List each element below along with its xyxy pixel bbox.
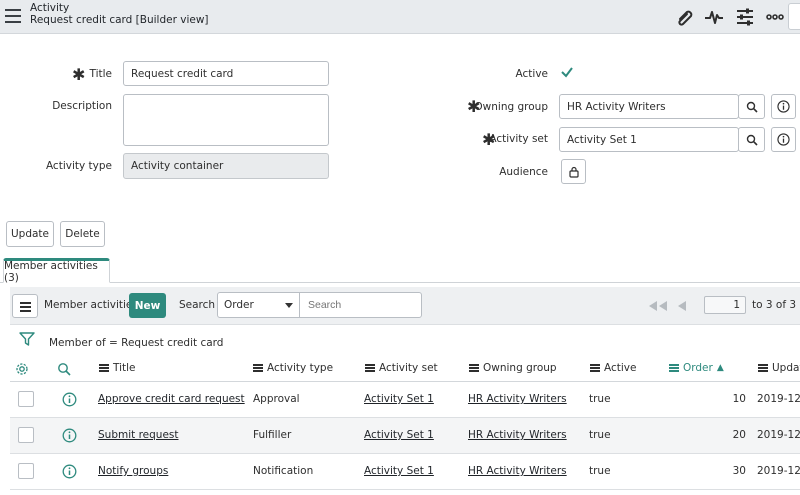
activity-set-input[interactable]: Activity Set 1 [559,127,739,152]
info-icon[interactable] [62,392,77,407]
new-button[interactable]: New [129,293,166,318]
activity-type-label: Activity type [45,160,112,172]
active-checkbox[interactable] [559,64,575,80]
column-header-order[interactable]: Order ▲ [669,362,724,374]
description-label: Description [52,100,112,112]
title-label: Title [89,68,112,80]
row-activity-set-link[interactable]: Activity Set 1 [364,465,434,477]
info-icon[interactable] [62,428,77,443]
row-owning-group-link[interactable]: HR Activity Writers [468,429,567,441]
column-menu-icon [669,364,679,372]
row-activity-set-link[interactable]: Activity Set 1 [364,429,434,441]
search-icon[interactable] [57,362,71,376]
first-page-icon[interactable] [647,300,669,312]
update-button[interactable]: Update [6,221,54,247]
row-activity-set-link[interactable]: Activity Set 1 [364,393,434,405]
form-header: Activity Request credit card [Builder vi… [0,0,800,34]
paperclip-icon[interactable] [674,6,696,28]
row-activity-type: Notification [253,465,314,477]
info-icon[interactable] [62,464,77,479]
row-checkbox[interactable] [18,463,34,479]
filter-funnel-icon[interactable] [19,331,35,347]
activity-set-label: Activity set [489,133,548,145]
owning-group-input[interactable]: HR Activity Writers [559,94,739,119]
column-menu-icon [253,364,263,372]
column-menu-icon [758,364,768,372]
lock-icon [568,166,579,178]
previous-page-icon[interactable] [677,300,687,312]
row-activity-type: Fulfiller [253,429,292,441]
column-menu-icon [469,364,479,372]
row-checkbox[interactable] [18,391,34,407]
delete-button[interactable]: Delete [60,221,105,247]
search-field-value: Order [224,299,254,311]
search-icon [746,134,758,146]
column-header-activity-set[interactable]: Activity set [365,362,438,374]
activity-set-search-button[interactable] [738,127,765,152]
row-owning-group-link[interactable]: HR Activity Writers [468,393,567,405]
list-toolbar: Member activities New Search Order 1 to … [10,287,800,325]
column-header-owning-group[interactable]: Owning group [469,362,557,374]
table-row: Notify groups Notification Activity Set … [10,454,800,490]
dropdown-arrow-icon [285,303,293,308]
column-menu-icon [590,364,600,372]
hamburger-menu-icon[interactable] [5,9,21,23]
page-count-label: to 3 of 3 [752,299,797,311]
column-header-title[interactable]: Title [99,362,136,374]
sliders-icon[interactable] [734,6,756,28]
row-order: 20 [732,429,746,441]
table-header: Title Activity type Activity set Owning … [10,356,800,382]
header-action-button[interactable] [788,3,800,30]
row-title-link[interactable]: Approve credit card request [98,393,245,405]
row-activity-type: Approval [253,393,300,405]
list-title: Member activities [44,299,138,311]
search-field-select[interactable]: Order [217,292,300,318]
table-row: Approve credit card request Approval Act… [10,382,800,418]
row-active: true [589,465,611,477]
audience-lock-button[interactable] [561,159,586,184]
row-updated: 2019-12-1 [757,429,800,441]
tab-member-activities[interactable]: Member activities (3) [3,258,110,284]
filter-breadcrumb: Member of = Request credit card [10,326,800,356]
row-order: 10 [732,393,746,405]
row-title-link[interactable]: Notify groups [98,465,168,477]
column-header-updated[interactable]: Updat [758,362,800,374]
sort-ascending-icon: ▲ [716,363,724,373]
row-updated: 2019-12-1 [757,465,800,477]
more-icon[interactable] [764,6,786,28]
filter-text: Member of = Request credit card [49,337,224,349]
search-label: Search [179,299,216,311]
row-active: true [589,393,611,405]
activity-set-info-button[interactable] [771,127,796,152]
title-input[interactable]: Request credit card [123,61,329,86]
info-icon [777,133,790,146]
row-updated: 2019-12-1 [757,393,800,405]
owning-group-label: Owning group [474,101,548,113]
row-title-link[interactable]: Submit request [98,429,179,441]
column-header-activity-type[interactable]: Activity type [253,362,333,374]
owning-group-search-button[interactable] [738,94,765,119]
owning-group-info-button[interactable] [771,94,796,119]
search-input[interactable] [299,292,422,318]
row-active: true [589,429,611,441]
activity-pulse-icon[interactable] [703,6,725,28]
column-header-active[interactable]: Active [590,362,636,374]
audience-label: Audience [499,166,548,178]
row-owning-group-link[interactable]: HR Activity Writers [468,465,567,477]
row-order: 30 [732,465,746,477]
column-menu-icon [365,364,375,372]
tab-divider [0,282,800,283]
column-menu-icon [99,364,109,372]
description-textarea[interactable] [123,94,329,146]
row-checkbox[interactable] [18,427,34,443]
active-label: Active [515,68,548,80]
gear-icon[interactable] [15,362,29,376]
activity-type-field: Activity container [123,153,329,179]
table-row: Submit request Fulfiller Activity Set 1 … [10,418,800,454]
list-menu-button[interactable] [12,294,38,318]
search-icon [746,101,758,113]
header-subtitle: Request credit card [Builder view] [30,14,209,26]
info-icon [777,100,790,113]
page-number-input[interactable]: 1 [704,296,746,314]
